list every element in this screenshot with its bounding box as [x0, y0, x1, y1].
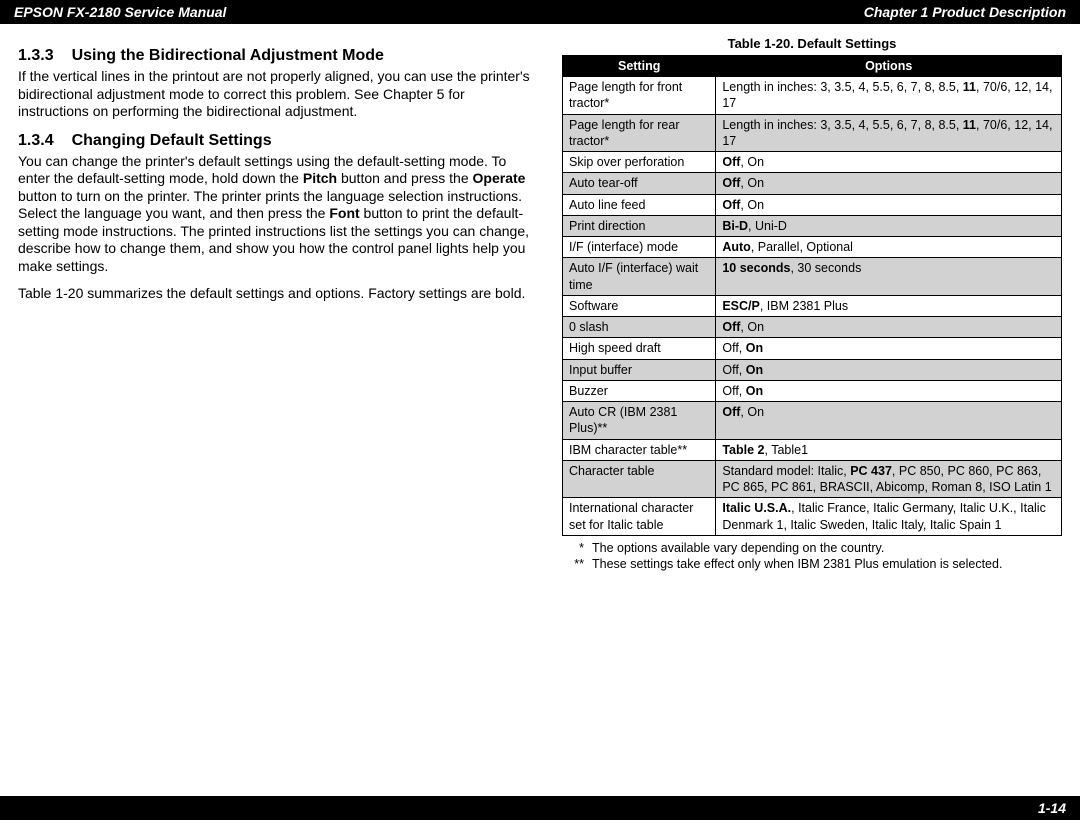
options-cell: Off, On [716, 338, 1062, 359]
setting-cell: High speed draft [563, 338, 716, 359]
page-number: 1-14 [1038, 800, 1066, 816]
section-1-3-4-heading: 1.3.4 Changing Default Settings [18, 131, 538, 151]
section-title: Using the Bidirectional Adjustment Mode [72, 47, 384, 64]
footer-bar: 1-14 [0, 796, 1080, 820]
table-row: Character tableStandard model: Italic, P… [563, 460, 1062, 498]
options-cell: Off, On [716, 359, 1062, 380]
setting-cell: Character table [563, 460, 716, 498]
table-row: Input bufferOff, On [563, 359, 1062, 380]
header-bar: EPSON FX-2180 Service Manual Chapter 1 P… [0, 0, 1080, 24]
options-cell: Off, On [716, 152, 1062, 173]
table-row: SoftwareESC/P, IBM 2381 Plus [563, 295, 1062, 316]
table-header-row: Setting Options [563, 56, 1062, 77]
section-title: Changing Default Settings [72, 132, 272, 149]
pitch-label: Pitch [303, 170, 337, 186]
default-settings-table: Setting Options Page length for front tr… [562, 55, 1062, 536]
setting-cell: Auto line feed [563, 194, 716, 215]
options-cell: Off, On [716, 317, 1062, 338]
setting-cell: Print direction [563, 215, 716, 236]
page-container: EPSON FX-2180 Service Manual Chapter 1 P… [0, 0, 1080, 834]
table-row: BuzzerOff, On [563, 380, 1062, 401]
table-row: 0 slashOff, On [563, 317, 1062, 338]
setting-cell: Auto I/F (interface) wait time [563, 258, 716, 296]
footnote-text: These settings take effect only when IBM… [592, 556, 1062, 572]
table-row: Auto CR (IBM 2381 Plus)**Off, On [563, 402, 1062, 440]
content-area: 1.3.3 Using the Bidirectional Adjustment … [0, 24, 1080, 572]
setting-cell: International character set for Italic t… [563, 498, 716, 536]
col-setting: Setting [563, 56, 716, 77]
options-cell: Length in inches: 3, 3.5, 4, 5.5, 6, 7, … [716, 114, 1062, 152]
options-cell: Bi-D, Uni-D [716, 215, 1062, 236]
table-row: Skip over perforationOff, On [563, 152, 1062, 173]
section-1-3-3-heading: 1.3.3 Using the Bidirectional Adjustment … [18, 46, 538, 66]
setting-cell: I/F (interface) mode [563, 237, 716, 258]
table-row: High speed draftOff, On [563, 338, 1062, 359]
setting-cell: 0 slash [563, 317, 716, 338]
table-row: Print directionBi-D, Uni-D [563, 215, 1062, 236]
font-label: Font [329, 205, 359, 221]
operate-label: Operate [473, 170, 526, 186]
table-row: International character set for Italic t… [563, 498, 1062, 536]
setting-cell: Buzzer [563, 380, 716, 401]
col-options: Options [716, 56, 1062, 77]
setting-cell: Page length for front tractor* [563, 77, 716, 115]
setting-cell: IBM character table** [563, 439, 716, 460]
setting-cell: Page length for rear tractor* [563, 114, 716, 152]
setting-cell: Input buffer [563, 359, 716, 380]
table-row: Auto I/F (interface) wait time10 seconds… [563, 258, 1062, 296]
header-right: Chapter 1 Product Description [864, 4, 1066, 20]
table-row: Auto tear-offOff, On [563, 173, 1062, 194]
options-cell: Italic U.S.A., Italic France, Italic Ger… [716, 498, 1062, 536]
options-cell: Off, On [716, 402, 1062, 440]
text: button and press the [337, 170, 472, 186]
setting-cell: Software [563, 295, 716, 316]
section-1-3-4-para1: You can change the printer's default set… [18, 153, 538, 276]
left-column: 1.3.3 Using the Bidirectional Adjustment … [18, 36, 538, 572]
footnote-mark: ** [562, 556, 592, 572]
section-1-3-3-para: If the vertical lines in the printout ar… [18, 68, 538, 121]
options-cell: Off, On [716, 194, 1062, 215]
options-cell: Table 2, Table1 [716, 439, 1062, 460]
table-row: I/F (interface) modeAuto, Parallel, Opti… [563, 237, 1062, 258]
options-cell: Off, On [716, 380, 1062, 401]
options-cell: Auto, Parallel, Optional [716, 237, 1062, 258]
footnote-mark: * [562, 540, 592, 556]
footnote-text: The options available vary depending on … [592, 540, 1062, 556]
section-number: 1.3.4 [18, 131, 54, 151]
right-column: Table 1-20. Default Settings Setting Opt… [562, 36, 1062, 572]
options-cell: Off, On [716, 173, 1062, 194]
table-row: Auto line feedOff, On [563, 194, 1062, 215]
options-cell: 10 seconds, 30 seconds [716, 258, 1062, 296]
table-row: IBM character table**Table 2, Table1 [563, 439, 1062, 460]
setting-cell: Auto CR (IBM 2381 Plus)** [563, 402, 716, 440]
table-row: Page length for rear tractor*Length in i… [563, 114, 1062, 152]
table-caption: Table 1-20. Default Settings [562, 36, 1062, 51]
options-cell: Standard model: Italic, PC 437, PC 850, … [716, 460, 1062, 498]
section-1-3-4-para2: Table 1-20 summarizes the default settin… [18, 285, 538, 303]
setting-cell: Auto tear-off [563, 173, 716, 194]
options-cell: ESC/P, IBM 2381 Plus [716, 295, 1062, 316]
section-number: 1.3.3 [18, 46, 54, 66]
setting-cell: Skip over perforation [563, 152, 716, 173]
table-row: Page length for front tractor*Length in … [563, 77, 1062, 115]
table-footnotes: * The options available vary depending o… [562, 540, 1062, 573]
footnote-2: ** These settings take effect only when … [562, 556, 1062, 572]
footnote-1: * The options available vary depending o… [562, 540, 1062, 556]
options-cell: Length in inches: 3, 3.5, 4, 5.5, 6, 7, … [716, 77, 1062, 115]
header-left: EPSON FX-2180 Service Manual [14, 4, 226, 20]
